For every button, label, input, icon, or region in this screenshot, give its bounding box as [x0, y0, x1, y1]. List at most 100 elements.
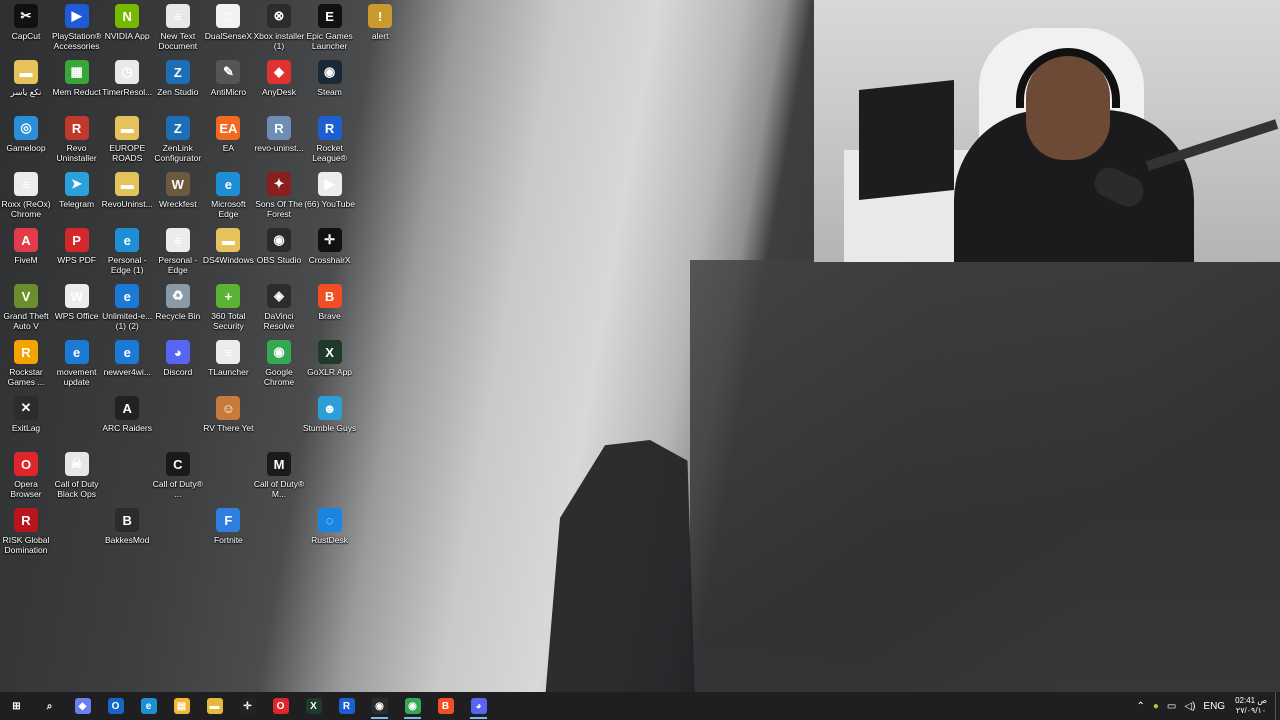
desktop-icon[interactable]: ≡ New Text Document [152, 0, 204, 56]
desktop-icon-label: Sons Of The Forest [255, 199, 303, 219]
desktop-icon[interactable]: ✕ ExitLag [0, 392, 52, 448]
desktop-icon[interactable]: e Unlimited-e... (1) (2) [101, 280, 153, 336]
desktop-icon[interactable]: C Call of Duty® ... [152, 448, 204, 504]
desktop-icon-label: Microsoft Edge [211, 199, 246, 219]
brave-app[interactable]: B [429, 692, 462, 720]
desktop-icon[interactable]: ⊗ Xbox installer (1) [253, 0, 305, 56]
desktop-icon[interactable]: Z Zen Studio [152, 56, 204, 112]
desktop-icon-label: NVIDIA App [104, 31, 150, 41]
desktop-icon[interactable]: ☠ Call of Duty Black Ops [51, 448, 103, 504]
desktop-icon[interactable]: X GoXLR App [304, 336, 356, 392]
desktop-icon[interactable]: ▦ Mem Reduct [51, 56, 103, 112]
desktop-icon[interactable]: e movement update [51, 336, 103, 392]
taskbar: ⊞ ⌕ ◆ Oe ▤ ▬ ✛ O X R ◉ ◉ B ◕ [0, 692, 1280, 720]
desktop-icon[interactable]: R Rocket League® [304, 112, 356, 168]
desktop-icon[interactable]: A ARC Raiders [101, 392, 153, 448]
desktop-icon[interactable]: e newver4wi... [101, 336, 153, 392]
tray-app-icon[interactable]: ● [1153, 701, 1159, 712]
desktop-icon[interactable]: Rrevo-uninst... [253, 112, 305, 168]
search-button[interactable]: ⌕ [33, 692, 66, 720]
desktop-icon[interactable]: R RISK Global Domination [0, 504, 52, 560]
rocket-league-app[interactable]: R [330, 692, 363, 720]
desktop-icon[interactable]: e Personal - Edge (1) [101, 224, 153, 280]
desktop-icon[interactable]: ▬ نكع ياسر [0, 56, 52, 112]
desktop-icon[interactable]: ◎ Gameloop [0, 112, 52, 168]
desktop-icon[interactable]: ✦ Sons Of The Forest [253, 168, 305, 224]
desktop-icon-label: New Text Document [158, 31, 198, 51]
desktop-icon[interactable]: e Microsoft Edge [202, 168, 254, 224]
tray-overflow-chevron-icon[interactable]: ⌃ [1136, 701, 1144, 712]
file-explorer-app-icon: ▬ [206, 698, 223, 714]
desktop-icon[interactable]: W WPS Office [51, 280, 103, 336]
desktop-icon[interactable]: ▶ PlayStation® Accessories [51, 0, 103, 56]
desktop-icon[interactable]: ✛ CrosshairX [304, 224, 356, 280]
desktop-icon[interactable]: ▶ (66) YouTube [304, 168, 356, 224]
desktop-icon[interactable]: ! alert [354, 0, 406, 56]
copilot-app[interactable]: ◆ [66, 692, 99, 720]
desktop-icon[interactable]: ≡ Personal - Edge [152, 224, 204, 280]
desktop-icon[interactable]: ≡ TLauncher [202, 336, 254, 392]
desktop-icon[interactable]: V Grand Theft Auto V [0, 280, 52, 336]
desktop-icon[interactable]: ◉ Google Chrome [253, 336, 305, 392]
desktop-icon[interactable]: F Fortnite [202, 504, 254, 560]
desktop-icon[interactable]: ◆ AnyDesk [253, 56, 305, 112]
desktop-icon[interactable]: ☺ RV There Yet [202, 392, 254, 448]
store-app[interactable]: ▤ [165, 692, 198, 720]
desktop-icon[interactable]: ✎ AntiMicro [202, 56, 254, 112]
desktop-icon[interactable]: A FiveM [0, 224, 52, 280]
volume-icon[interactable]: ◁) [1184, 701, 1195, 712]
desktop-icon[interactable]: O Opera Browser [0, 448, 52, 504]
desktop-icon[interactable]: □ DualSenseX [202, 0, 254, 56]
desktop-icon[interactable]: B Brave [304, 280, 356, 336]
goxlr-app[interactable]: X [297, 692, 330, 720]
opera-app[interactable]: O [264, 692, 297, 720]
desktop-icon[interactable]: ☻ Stumble Guys [303, 392, 356, 448]
edge-app[interactable]: e [132, 692, 165, 720]
desktop-icon[interactable]: Z ZenLink Configurator [152, 112, 204, 168]
app-icon: ! [368, 4, 393, 28]
desktop-icon[interactable]: ◕ Discord [152, 336, 204, 392]
desktop-icon[interactable]: ▬ DS4Windows [202, 224, 254, 280]
desktop-icon[interactable]: ◉ Steam [304, 56, 356, 112]
clock[interactable]: 02:41 ص ٢٧/٠٩/١٠ [1235, 696, 1267, 716]
desktop-icon[interactable]: ◌ RustDesk [304, 504, 356, 560]
desktop-icon[interactable]: W Wreckfest [152, 168, 204, 224]
app-icon: e [216, 172, 241, 196]
desktop-icon[interactable]: EA EA [202, 112, 254, 168]
desktop-icon-label: DaVinci Resolve [263, 311, 295, 331]
desktop-icon-label: Unlimited-e... (1) (2) [102, 311, 153, 331]
desktop-icon[interactable]: P WPS PDF [51, 224, 103, 280]
desktop-icon[interactable]: ✂ CapCut [0, 0, 52, 56]
chrome-app[interactable]: ◉ [396, 692, 429, 720]
desktop-icon[interactable]: N NVIDIA App [101, 0, 153, 56]
desktop-icon[interactable]: ◷ TimerResol... [101, 56, 153, 112]
desktop-icon[interactable]: ≡ Roxx (ReOx) Chrome [0, 168, 52, 224]
desktop-icon[interactable]: ▬ EUROPE ROADS [101, 112, 153, 168]
desktop-icon-label: WPS Office [54, 311, 99, 321]
start-button[interactable]: ⊞ [0, 692, 33, 720]
desktop-icon[interactable]: ◈ DaVinci Resolve [253, 280, 305, 336]
show-desktop-button[interactable] [1275, 692, 1280, 720]
desktop-icon[interactable]: R Rockstar Games ... [0, 336, 52, 392]
crosshairx-app[interactable]: ✛ [231, 692, 264, 720]
desktop-icon[interactable]: ♻ Recycle Bin [152, 280, 204, 336]
file-explorer-app[interactable]: ▬ [198, 692, 231, 720]
network-icon[interactable]: ▭ [1167, 701, 1176, 712]
desktop-icon[interactable]: E Epic Games Launcher [304, 0, 356, 56]
desktop-icon[interactable]: R Revo Uninstaller [51, 112, 103, 168]
desktop-icon[interactable]: ◉ OBS Studio [253, 224, 305, 280]
desktop-icon-label: Telegram [59, 199, 95, 209]
desktop-icon[interactable]: ▬ RevoUninst... [101, 168, 153, 224]
desktop-icon[interactable]: +360 Total Security [202, 280, 254, 336]
discord-app[interactable]: ◕ [462, 692, 495, 720]
desktop-icon-label: alert [371, 31, 389, 41]
app-icon: ▦ [64, 60, 89, 84]
desktop-icon-label: Revo Uninstaller [56, 143, 97, 163]
desktop-icon[interactable]: B BakkesMod [101, 504, 153, 560]
desktop-icon[interactable]: ➤ Telegram [51, 168, 103, 224]
desktop-icon[interactable]: M Call of Duty® M... [253, 448, 305, 504]
obs-app[interactable]: ◉ [363, 692, 396, 720]
desktop-icon-label: Brave [318, 311, 341, 321]
language-indicator[interactable]: ENG [1203, 701, 1225, 712]
outlook-app[interactable]: O [99, 692, 132, 720]
